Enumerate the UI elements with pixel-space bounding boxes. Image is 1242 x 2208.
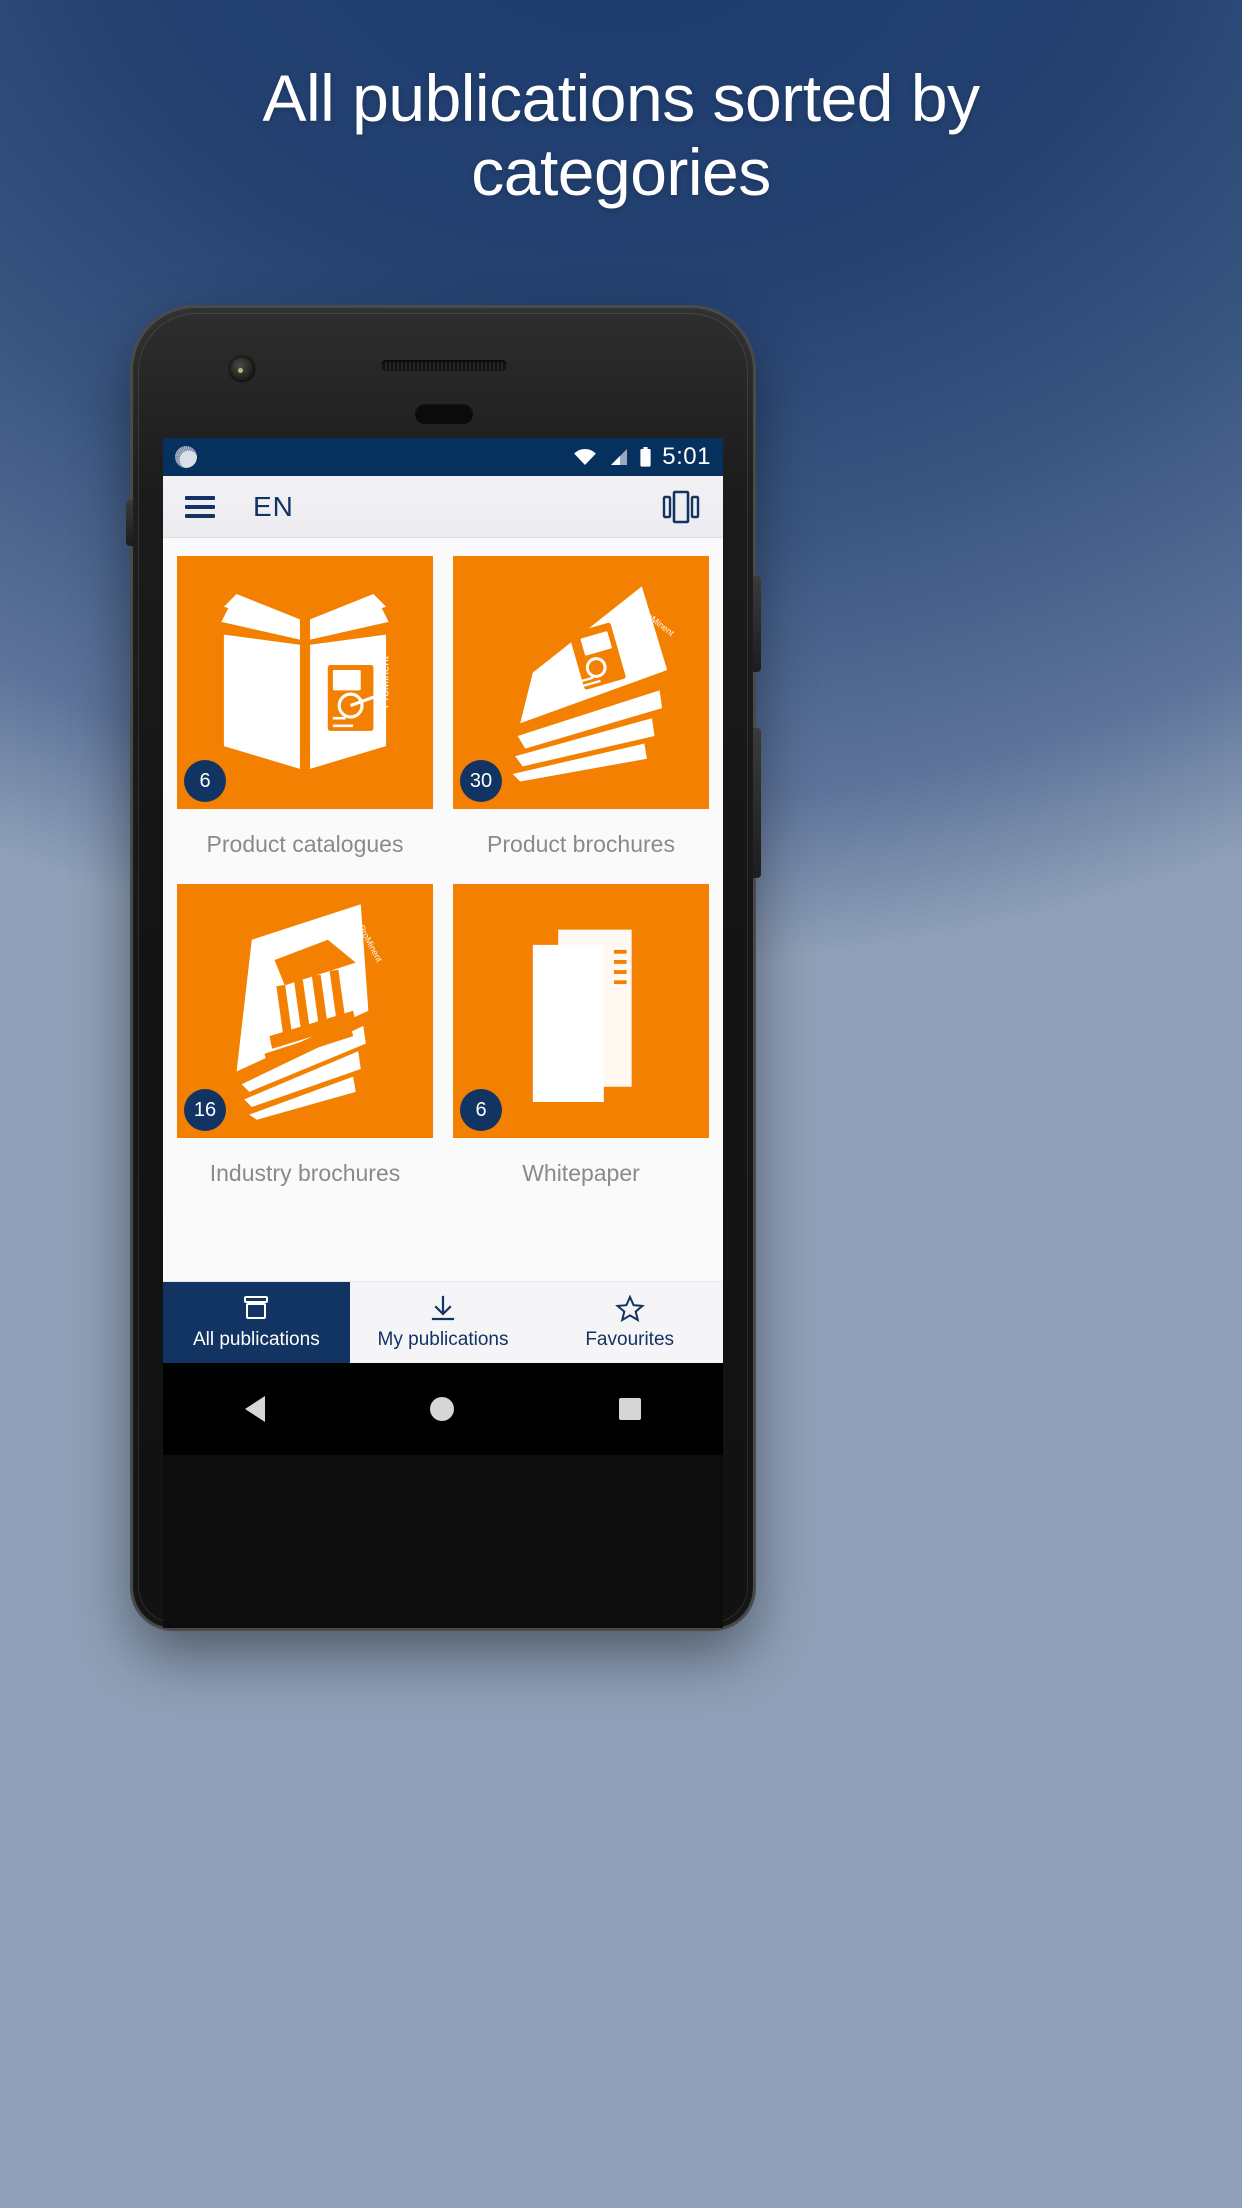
hamburger-menu-icon[interactable] <box>185 495 215 518</box>
power-button[interactable] <box>753 576 761 672</box>
nav-tab-favourites[interactable]: Favourites <box>536 1282 723 1363</box>
download-icon <box>428 1294 458 1322</box>
category-card-product-brochures[interactable]: ProMinent 30 Product brochures <box>453 556 709 866</box>
headline-line-1: All publications sorted by <box>262 61 980 135</box>
archive-box-icon <box>241 1294 271 1322</box>
front-camera-icon <box>229 356 255 382</box>
battery-icon <box>639 447 652 467</box>
category-label: Product catalogues <box>206 831 404 858</box>
signal-icon <box>607 448 629 466</box>
nav-tab-all-publications[interactable]: All publications <box>163 1282 350 1363</box>
category-count-badge: 6 <box>460 1088 502 1131</box>
category-card-whitepaper[interactable]: 6 Whitepaper <box>453 884 709 1194</box>
phone-chin <box>163 1455 723 1628</box>
category-label: Industry brochures <box>209 1159 401 1186</box>
language-label[interactable]: EN <box>253 491 294 523</box>
phone-screen: 5:01 EN ProMinent 6 Product catalogues P… <box>163 438 723 1363</box>
headline-line-2: categories <box>471 134 771 209</box>
bottom-navigation: All publications My publications Favouri… <box>163 1281 723 1363</box>
triangle-back-icon[interactable] <box>245 1396 266 1422</box>
category-label: Product brochures <box>487 831 675 858</box>
carousel-view-icon[interactable] <box>661 489 701 525</box>
category-card-product-catalogues[interactable]: ProMinent 6 Product catalogues <box>177 556 433 866</box>
star-outline-icon <box>614 1294 645 1323</box>
category-count-badge: 16 <box>184 1088 226 1131</box>
sensor-housing <box>415 404 473 424</box>
circle-home-icon[interactable] <box>429 1397 454 1421</box>
nav-tab-label: All publications <box>192 1329 320 1350</box>
category-tile[interactable]: ProMinent 30 <box>453 556 709 810</box>
category-card-industry-brochures[interactable]: ProMinent 16 Industry brochures <box>177 884 433 1194</box>
status-bar: 5:01 <box>163 438 723 476</box>
nav-tab-label: Favourites <box>585 1329 675 1350</box>
volume-button[interactable] <box>753 728 761 878</box>
category-tile[interactable]: 6 <box>453 884 709 1138</box>
status-bar-left <box>175 446 197 468</box>
categories-grid: ProMinent 6 Product catalogues ProMinent… <box>163 538 723 1281</box>
sync-spinner-icon <box>175 446 197 468</box>
category-label: Whitepaper <box>522 1159 640 1186</box>
category-tile[interactable]: ProMinent 6 <box>177 556 433 810</box>
nav-tab-my-publications[interactable]: My publications <box>350 1282 537 1363</box>
status-bar-clock: 5:01 <box>662 443 711 470</box>
phone-mockup: 5:01 EN ProMinent 6 Product catalogues P… <box>126 308 761 1628</box>
android-navigation-bar <box>163 1363 723 1455</box>
svg-text:ProMinent: ProMinent <box>380 655 392 708</box>
category-tile[interactable]: ProMinent 16 <box>177 884 433 1138</box>
earpiece-speaker <box>381 360 507 371</box>
promo-headline: All publications sorted by categories <box>0 61 1242 210</box>
nav-tab-label: My publications <box>377 1329 509 1350</box>
left-side-button[interactable] <box>126 500 133 546</box>
app-bar: EN <box>163 476 723 538</box>
status-bar-right: 5:01 <box>573 445 711 469</box>
square-recents-icon[interactable] <box>618 1398 641 1420</box>
wifi-icon <box>573 448 597 466</box>
